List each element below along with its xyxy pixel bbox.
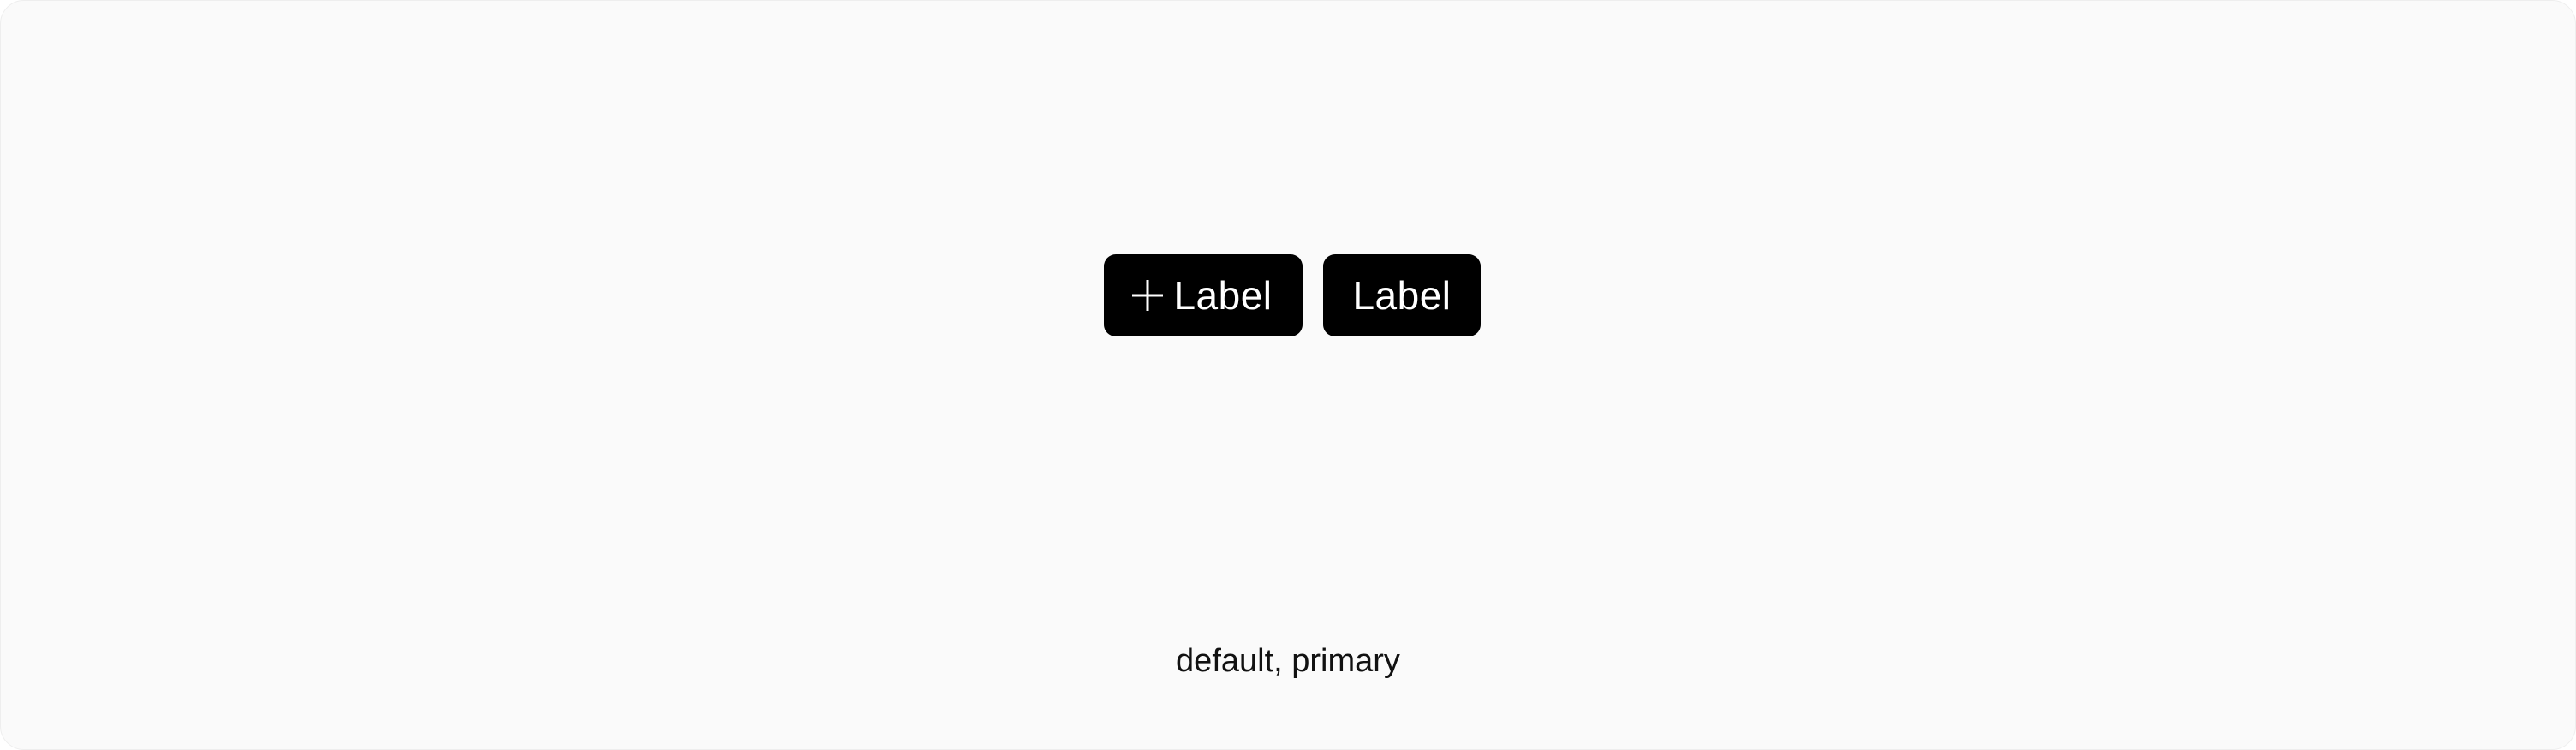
label-button[interactable]: Label <box>1323 254 1481 336</box>
preview-canvas: Label Label default, primary <box>0 0 2576 750</box>
variant-caption: default, primary <box>1176 643 1400 679</box>
label-with-plus-button[interactable]: Label <box>1104 254 1303 336</box>
button-row: Label Label <box>1104 254 1481 336</box>
button-label: Label <box>1352 273 1452 318</box>
button-label: Label <box>1173 273 1273 318</box>
plus-icon <box>1130 278 1165 312</box>
